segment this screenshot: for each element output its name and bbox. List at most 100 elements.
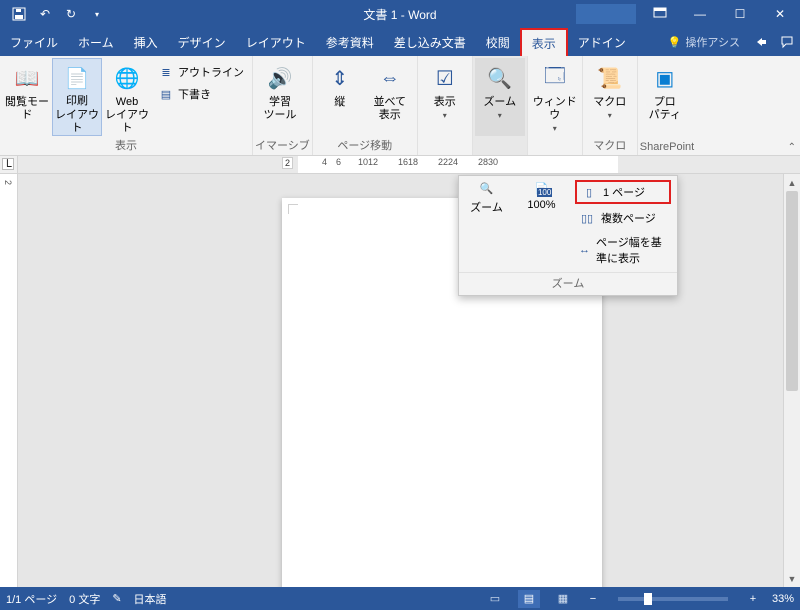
multi-page-button[interactable]: ▯▯複数ページ	[575, 208, 671, 228]
scrollbar-vertical[interactable]: ▲ ▼	[783, 174, 800, 587]
ribbon: 📖閲覧モード 📄印刷 レイアウト 🌐Web レイアウト ≣アウトライン ▤下書き…	[0, 56, 800, 156]
web-layout-view-button[interactable]: ▦	[552, 590, 574, 608]
tab-insert[interactable]: 挿入	[124, 28, 168, 56]
ruler-horizontal[interactable]: └ 2 4 6 1012 1618 2224 2830	[0, 156, 800, 174]
side-to-side-button[interactable]: ⇔並べて 表示	[365, 58, 415, 136]
page-icon: 📄	[61, 63, 93, 93]
scroll-up-button[interactable]: ▲	[784, 174, 800, 191]
page-width-button[interactable]: ↔ページ幅を基準に表示	[575, 232, 671, 268]
zoom-gallery-popup: 🔍 ズーム 📄100 100% ▯1 ページ ▯▯複数ページ ↔ページ幅を基準に…	[458, 175, 678, 296]
macros-button[interactable]: 📜マクロ▾	[585, 58, 635, 136]
print-layout-view-button[interactable]: ▤	[518, 590, 540, 608]
macro-icon: 📜	[594, 62, 626, 94]
share-button[interactable]	[748, 35, 774, 49]
ruler-mark: 4	[322, 157, 327, 167]
tab-file[interactable]: ファイル	[0, 28, 68, 56]
page-100-icon: 📄100	[535, 182, 549, 195]
tell-me[interactable]: 💡操作アシス	[660, 34, 748, 50]
magnifier-icon: 🔍	[480, 182, 494, 195]
outline-label: アウトライン	[178, 64, 244, 80]
ruler-mark: 2830	[478, 157, 498, 167]
tab-addins[interactable]: アドイン	[568, 28, 636, 56]
vertical-icon: ⇕	[324, 62, 356, 94]
learning-tools-button[interactable]: 🔊学習 ツール	[255, 58, 305, 136]
tab-design[interactable]: デザイン	[168, 28, 236, 56]
document-area: 2 🔍 ズーム 📄100 100% ▯1 ページ ▯▯複数ペー	[0, 174, 800, 587]
canvas[interactable]: 🔍 ズーム 📄100 100% ▯1 ページ ▯▯複数ページ ↔ページ幅を基準に…	[18, 174, 783, 587]
web-icon: 🌐	[111, 62, 143, 94]
vertical-button[interactable]: ⇕縦	[315, 58, 365, 136]
web-layout-button[interactable]: 🌐Web レイアウト	[102, 58, 152, 136]
window-title: 文書 1 - Word	[363, 6, 436, 23]
undo-button[interactable]: ↶	[34, 3, 56, 25]
group-zoom-trigger: 🔍ズーム▾	[473, 56, 528, 155]
properties-button[interactable]: ▣プロ パティ	[640, 58, 690, 136]
page-width-icon: ↔	[579, 242, 590, 258]
learning-label: 学習 ツール	[262, 96, 299, 122]
minimize-button[interactable]: ―	[680, 0, 720, 28]
ruler-mark: 6	[336, 157, 341, 167]
group-show: ☑表示▾	[418, 56, 473, 155]
tab-home[interactable]: ホーム	[68, 28, 124, 56]
scroll-thumb[interactable]	[786, 191, 798, 391]
ruler-corner: └	[2, 158, 14, 170]
zoom-slider-knob[interactable]	[644, 593, 652, 605]
group-views: 📖閲覧モード 📄印刷 レイアウト 🌐Web レイアウト ≣アウトライン ▤下書き…	[0, 56, 253, 155]
group-window: 🗔ウィンドウ▾	[528, 56, 583, 155]
zoom-out-button[interactable]: −	[586, 593, 600, 605]
vertical-label: 縦	[332, 96, 347, 109]
read-mode-button[interactable]: 📖閲覧モード	[2, 58, 52, 136]
one-page-button[interactable]: ▯1 ページ	[575, 180, 671, 204]
scroll-down-button[interactable]: ▼	[784, 570, 800, 587]
tab-view[interactable]: 表示	[520, 28, 568, 56]
group-show-label	[420, 140, 470, 155]
ribbon-tabs: ファイル ホーム 挿入 デザイン レイアウト 参考資料 差し込み文書 校閲 表示…	[0, 28, 800, 56]
macros-label: マクロ▾	[591, 96, 628, 122]
status-language[interactable]: 日本語	[134, 591, 167, 607]
tab-mailings[interactable]: 差し込み文書	[384, 28, 476, 56]
draft-icon: ▤	[158, 86, 174, 102]
zoom-button[interactable]: 🔍ズーム▾	[475, 58, 525, 136]
sharepoint-icon: ▣	[649, 62, 681, 94]
print-layout-button[interactable]: 📄印刷 レイアウト	[52, 58, 102, 136]
side-icon: ⇔	[374, 62, 406, 94]
statusbar: 1/1 ページ 0 文字 ✎ 日本語 ▭ ▤ ▦ − + 33%	[0, 587, 800, 610]
zoom-dialog-button[interactable]: 🔍 ズーム	[459, 176, 514, 248]
draft-button[interactable]: ▤下書き	[156, 84, 246, 104]
status-word-count[interactable]: 0 文字	[69, 591, 100, 607]
read-mode-label: 閲覧モード	[2, 96, 52, 122]
redo-button[interactable]: ↻	[60, 3, 82, 25]
collapse-ribbon-button[interactable]: ⌃	[788, 142, 796, 153]
zoom-in-button[interactable]: +	[746, 593, 760, 605]
ribbon-options-button[interactable]	[640, 0, 680, 28]
outline-button[interactable]: ≣アウトライン	[156, 62, 246, 82]
window-controls: ― ☐ ✕	[576, 0, 800, 28]
read-mode-view-button[interactable]: ▭	[484, 590, 506, 608]
zoom-level[interactable]: 33%	[772, 593, 794, 605]
user-badge[interactable]	[576, 4, 636, 24]
page-number-indicator: 2	[282, 157, 293, 169]
show-button[interactable]: ☑表示▾	[420, 58, 470, 136]
ruler-vertical[interactable]: 2	[0, 174, 18, 587]
group-sharepoint-label: SharePoint	[640, 140, 694, 155]
titlebar: ↶ ↻ ▾ 文書 1 - Word ― ☐ ✕	[0, 0, 800, 28]
tab-references[interactable]: 参考資料	[316, 28, 384, 56]
group-pagemove-label: ページ移動	[315, 136, 415, 155]
maximize-button[interactable]: ☐	[720, 0, 760, 28]
status-page[interactable]: 1/1 ページ	[6, 591, 57, 607]
group-macros-label: マクロ	[585, 136, 635, 155]
save-button[interactable]	[8, 3, 30, 25]
comments-button[interactable]	[774, 35, 800, 49]
zoom-popup-group-label: ズーム	[459, 272, 677, 295]
ruler-mark: 1618	[398, 157, 418, 167]
group-immersive-label: イマーシブ	[255, 136, 310, 155]
window-button[interactable]: 🗔ウィンドウ▾	[530, 58, 580, 136]
group-views-label: 表示	[2, 136, 250, 155]
vruler-mark: 2	[3, 180, 13, 185]
tab-review[interactable]: 校閲	[476, 28, 520, 56]
spellcheck-icon[interactable]: ✎	[112, 592, 121, 605]
tab-layout[interactable]: レイアウト	[236, 28, 316, 56]
qat-dropdown[interactable]: ▾	[86, 3, 108, 25]
close-button[interactable]: ✕	[760, 0, 800, 28]
zoom-100-button[interactable]: 📄100 100%	[514, 176, 569, 248]
